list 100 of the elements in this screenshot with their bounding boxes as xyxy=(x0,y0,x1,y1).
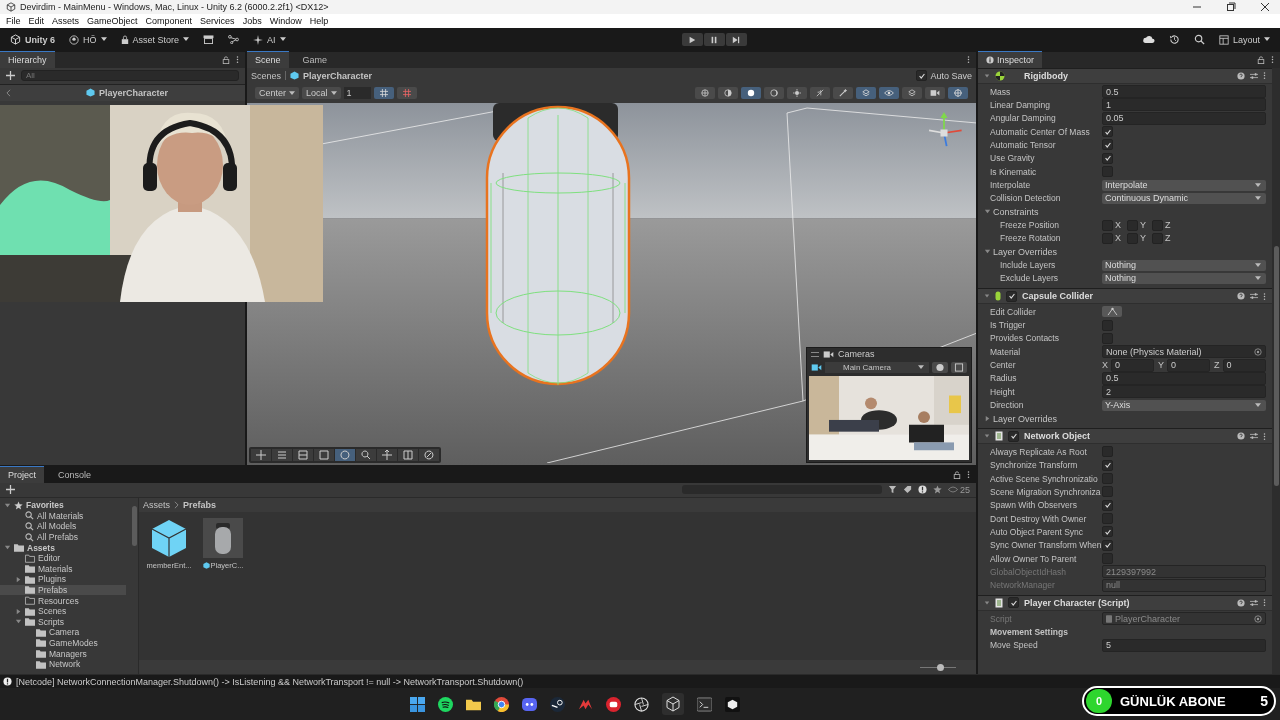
audio-off-icon[interactable] xyxy=(810,87,830,100)
component-title[interactable]: Network Object xyxy=(1024,431,1090,442)
drag-handle-icon[interactable] xyxy=(811,351,819,357)
arrows-icon[interactable] xyxy=(377,448,397,461)
presets-icon[interactable] xyxy=(1250,598,1258,607)
star-icon[interactable] xyxy=(933,485,942,495)
tree-item[interactable]: Materials xyxy=(0,563,126,575)
breadcrumb-link[interactable]: Assets xyxy=(143,499,170,510)
tree-item[interactable]: Prefabs xyxy=(0,584,126,596)
tree-item[interactable]: All Prefabs xyxy=(0,531,126,543)
history-icon[interactable] xyxy=(1168,34,1180,46)
lock-icon[interactable] xyxy=(953,470,961,479)
menu-item[interactable]: Edit xyxy=(24,15,49,26)
foldout-label[interactable]: Layer Overrides xyxy=(993,413,1058,424)
input-field[interactable]: 0.5 xyxy=(1102,85,1266,99)
app-icon[interactable] xyxy=(606,696,621,712)
input-field[interactable]: 5 xyxy=(1102,638,1266,652)
tree-item[interactable]: Plugins xyxy=(0,574,126,585)
object-field[interactable]: None (Physics Material) xyxy=(1102,345,1266,359)
help-icon[interactable] xyxy=(1237,292,1245,301)
maximize-button[interactable] xyxy=(1226,2,1236,12)
grid-size-field[interactable]: 1 xyxy=(343,87,371,100)
dropdown[interactable]: Continuous Dynamic xyxy=(1102,192,1266,204)
rect-icon[interactable] xyxy=(293,448,313,461)
expand-arrow-icon[interactable] xyxy=(15,607,22,615)
menu-item[interactable]: GameObject xyxy=(83,15,142,26)
pause-button[interactable] xyxy=(703,33,725,47)
layout-dropdown[interactable]: Layout xyxy=(1214,32,1274,47)
menu-item[interactable]: Help xyxy=(305,15,333,26)
input-field[interactable]: 0 xyxy=(1111,358,1154,372)
pivot-dropdown[interactable]: Center xyxy=(255,87,299,100)
music-app-icon[interactable] xyxy=(438,696,453,712)
dropdown[interactable]: Interpolate xyxy=(1102,179,1266,191)
eye-icon[interactable] xyxy=(879,87,899,100)
wireframe-icon[interactable] xyxy=(695,87,715,100)
eye-icon[interactable] xyxy=(948,486,958,494)
aperture-icon[interactable] xyxy=(634,696,649,712)
panel-tab[interactable]: Console xyxy=(50,466,100,483)
shaded-icon[interactable] xyxy=(741,87,761,100)
menu-item[interactable]: File xyxy=(2,15,25,26)
breadcrumb-link[interactable]: Scenes xyxy=(251,70,282,81)
menu-item[interactable]: Services xyxy=(196,15,239,26)
checkbox[interactable] xyxy=(1008,597,1019,609)
graph-icon[interactable] xyxy=(228,35,240,45)
camera-icon[interactable] xyxy=(925,87,945,100)
box-app-icon[interactable] xyxy=(725,696,740,712)
dropdown[interactable]: Nothing xyxy=(1102,272,1266,284)
step-button[interactable] xyxy=(725,33,747,47)
crescent-icon[interactable] xyxy=(764,87,784,100)
object-picker-icon[interactable] xyxy=(1254,347,1262,356)
add-icon[interactable] xyxy=(6,71,15,81)
tree-item[interactable]: Managers xyxy=(0,648,126,659)
tree-item[interactable]: Scenes xyxy=(0,605,126,617)
play-button[interactable] xyxy=(681,33,703,47)
stack-icon[interactable] xyxy=(902,87,922,100)
view-tab[interactable]: Game xyxy=(294,51,336,68)
close-button[interactable] xyxy=(1260,2,1270,12)
cube-outline-icon[interactable] xyxy=(662,693,684,716)
tree-item[interactable]: Network xyxy=(0,658,126,670)
checkbox[interactable] xyxy=(1102,526,1113,538)
help-icon[interactable] xyxy=(1237,432,1245,441)
expand-arrow-icon[interactable] xyxy=(984,415,991,422)
input-field[interactable]: 0 xyxy=(1167,358,1210,372)
collapse-arrow-icon[interactable] xyxy=(984,599,990,606)
sun-icon[interactable] xyxy=(787,87,807,100)
breadcrumb-link[interactable]: PlayerCharacter xyxy=(303,70,373,81)
more-icon[interactable] xyxy=(967,470,970,480)
checkbox[interactable] xyxy=(1102,539,1113,551)
half-shaded-icon[interactable] xyxy=(718,87,738,100)
filter-icon[interactable] xyxy=(888,485,897,495)
move-icon[interactable] xyxy=(251,448,271,461)
checkbox[interactable] xyxy=(1006,290,1017,302)
input-field[interactable]: 0.05 xyxy=(1102,111,1266,125)
checkbox[interactable] xyxy=(1008,430,1019,442)
input-field[interactable]: 0 xyxy=(1222,358,1266,372)
ai-dropdown[interactable]: AI xyxy=(249,32,290,47)
lines-icon[interactable] xyxy=(272,448,292,461)
edit-collider-button[interactable] xyxy=(1102,306,1122,318)
collapse-arrow-icon[interactable] xyxy=(984,293,990,300)
component-title[interactable]: Capsule Collider xyxy=(1022,291,1093,302)
checkbox[interactable] xyxy=(1102,152,1113,164)
tree-item[interactable]: Favorites xyxy=(0,499,126,511)
search-icon[interactable] xyxy=(1193,34,1205,46)
tree-item[interactable]: All Materials xyxy=(0,510,126,522)
game-store-icon[interactable] xyxy=(550,696,565,712)
asset-store-dropdown[interactable]: Asset Store xyxy=(116,32,194,47)
breadcrumb-link[interactable]: Prefabs xyxy=(183,499,217,510)
menu-item[interactable]: Component xyxy=(141,15,197,26)
start-icon[interactable] xyxy=(410,696,425,712)
square-icon[interactable] xyxy=(314,448,334,461)
effects-icon[interactable] xyxy=(833,87,853,100)
menu-item[interactable]: Assets xyxy=(48,15,84,26)
grid-snap-icon[interactable] xyxy=(373,87,394,100)
split-icon[interactable] xyxy=(398,448,418,461)
panel-tab[interactable]: Project xyxy=(0,465,44,483)
package-icon[interactable] xyxy=(203,35,215,45)
more-icon[interactable] xyxy=(1271,55,1274,65)
component-title[interactable]: Rigidbody xyxy=(1024,70,1068,81)
lock-icon[interactable] xyxy=(1257,55,1265,64)
dropdown[interactable]: Nothing xyxy=(1102,259,1266,271)
